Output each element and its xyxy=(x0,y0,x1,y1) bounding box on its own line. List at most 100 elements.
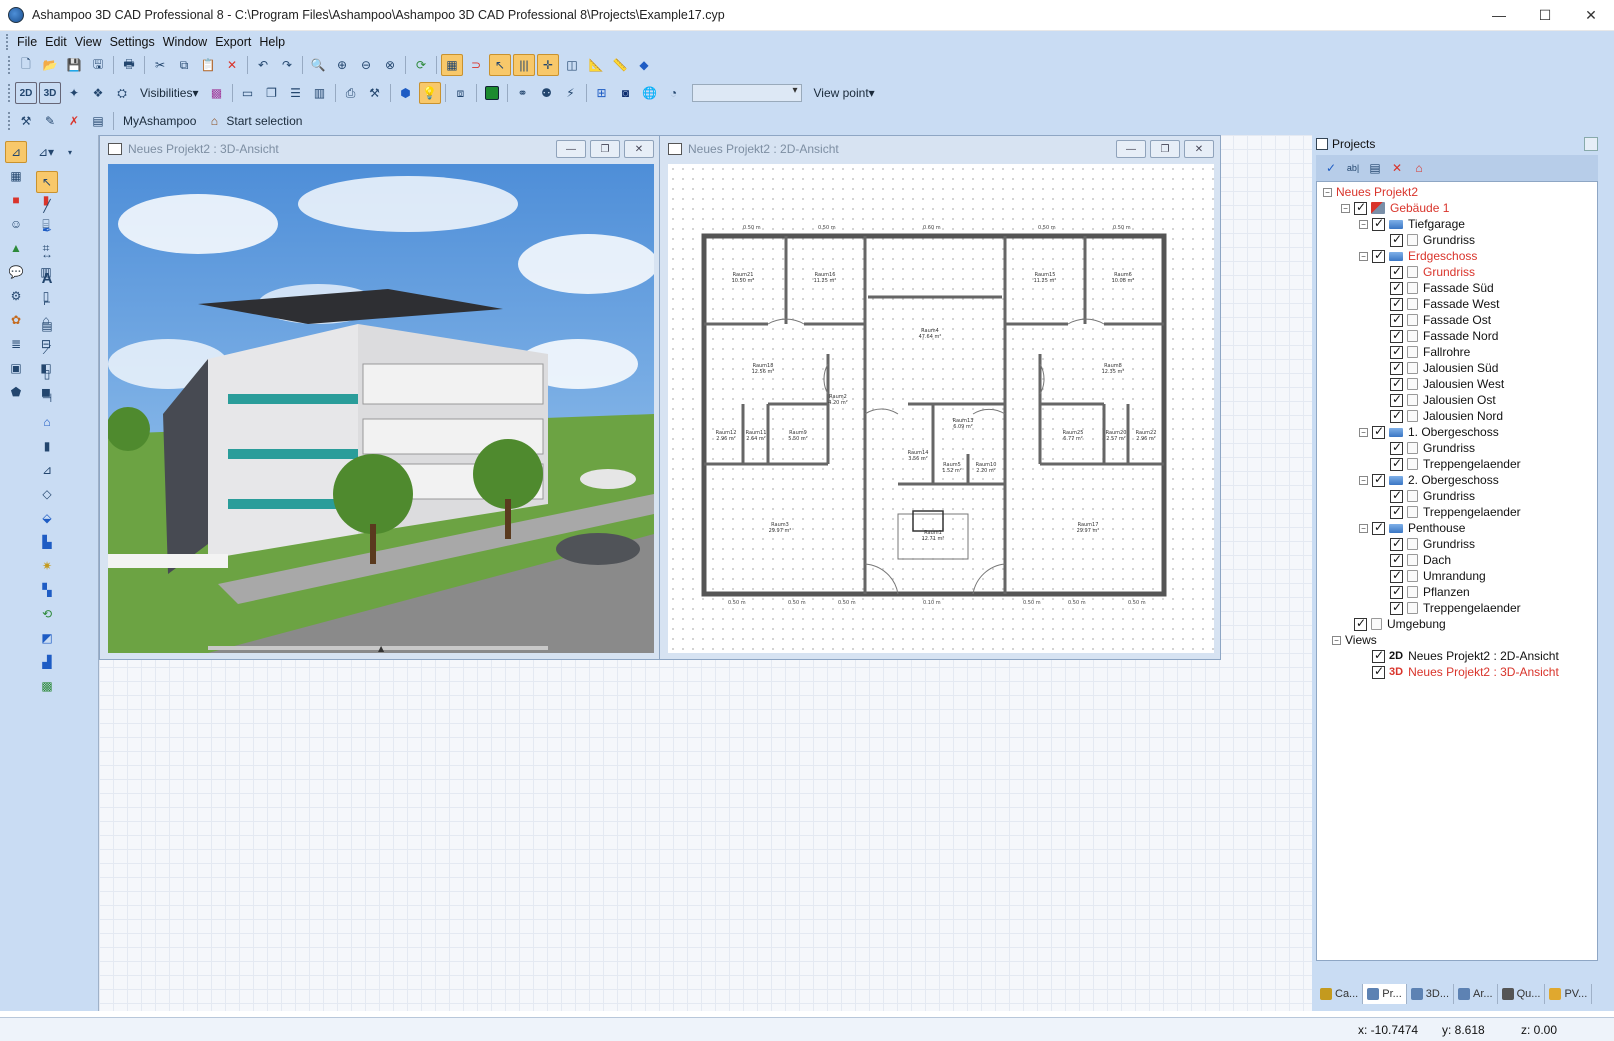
menu-help[interactable]: Help xyxy=(255,35,289,49)
tree-node[interactable]: − 1. Obergeschoss xyxy=(1359,424,1499,440)
tree-node[interactable]: Treppengelaender xyxy=(1377,456,1521,472)
tree-checkbox[interactable] xyxy=(1390,392,1403,407)
hatch-icon[interactable]: ▤ xyxy=(36,315,58,337)
tree-checkbox[interactable] xyxy=(1390,552,1403,567)
wall-tool-icon[interactable]: ⊿ xyxy=(5,141,27,163)
tab-projects[interactable]: Pr... xyxy=(1363,984,1407,1004)
screenshot-icon[interactable]: ⎙ xyxy=(340,82,362,104)
toolbar-grip[interactable] xyxy=(8,112,11,130)
redo-icon[interactable]: ↷ xyxy=(276,54,298,76)
add-building-icon[interactable]: ⌂ xyxy=(1409,158,1429,178)
walk-icon[interactable]: ✦ xyxy=(63,82,85,104)
tree-checkbox[interactable] xyxy=(1372,248,1385,263)
tree-checkbox[interactable] xyxy=(1390,328,1403,343)
settings-tools-icon[interactable]: ⚒ xyxy=(15,110,37,132)
toolbar-grip[interactable] xyxy=(8,84,11,102)
tree-checkbox[interactable] xyxy=(1390,600,1403,615)
close-button[interactable]: ✕ xyxy=(1568,0,1614,31)
tree-checkbox[interactable] xyxy=(1390,280,1403,295)
landscape-icon[interactable]: ▲ xyxy=(5,237,27,259)
maximize-button[interactable]: ☐ xyxy=(1522,0,1568,31)
frame-icon[interactable]: ◙ xyxy=(615,82,637,104)
tree-checkbox[interactable] xyxy=(1372,520,1385,535)
room-icon[interactable]: ⌂ xyxy=(36,411,58,433)
visibilities-dropdown[interactable]: Visibilities▾ xyxy=(134,82,205,104)
zoom-in-icon[interactable]: ⊕ xyxy=(331,54,353,76)
tree-expand-toggle[interactable]: − xyxy=(1341,203,1350,213)
tree-checkbox[interactable] xyxy=(1354,200,1367,215)
tree-checkbox[interactable] xyxy=(1390,456,1403,471)
menu-grip[interactable] xyxy=(6,34,9,50)
staircase-icon[interactable]: ⊣ xyxy=(36,387,58,409)
tree-node[interactable]: Jalousien West xyxy=(1377,376,1504,392)
tree-node[interactable]: Treppengelaender xyxy=(1377,504,1521,520)
pen-tool-icon[interactable]: ✎ xyxy=(39,110,61,132)
tree-node[interactable]: 3D Neues Projekt2 : 3D-Ansicht xyxy=(1359,664,1559,680)
check-icon[interactable]: ✓ xyxy=(1321,158,1341,178)
terrain-icon[interactable]: ◩ xyxy=(36,627,58,649)
magnet-icon[interactable]: ⊃ xyxy=(465,54,487,76)
tree-checkbox[interactable] xyxy=(1390,440,1403,455)
tab-architecture[interactable]: Ar... xyxy=(1454,984,1498,1004)
tile-horizontal-icon[interactable]: ☰ xyxy=(285,82,307,104)
refresh-icon[interactable]: ⟳ xyxy=(410,54,432,76)
dimension-icon[interactable]: ↔ xyxy=(36,243,58,265)
tree-node[interactable]: − Neues Projekt2 xyxy=(1323,184,1418,200)
tree-checkbox[interactable] xyxy=(1390,376,1403,391)
tile-vertical-icon[interactable]: ▥ xyxy=(309,82,331,104)
zoom-out-icon[interactable]: ⊖ xyxy=(355,54,377,76)
tree-checkbox[interactable] xyxy=(1354,616,1367,631)
view-3d-minimize-button[interactable]: — xyxy=(556,140,586,158)
wand-icon[interactable]: ⚡ xyxy=(560,82,582,104)
render-icon[interactable]: ❖ xyxy=(87,82,109,104)
catalog-icon[interactable]: ▤ xyxy=(87,110,109,132)
menu-settings[interactable]: Settings xyxy=(106,35,159,49)
diamond-icon[interactable]: ◇ xyxy=(36,483,58,505)
tree-expand-toggle[interactable]: − xyxy=(1359,475,1368,485)
tree-node[interactable]: Grundriss xyxy=(1377,264,1475,280)
grass-icon[interactable]: ▩ xyxy=(36,675,58,697)
snap-intersection-icon[interactable]: ✛ xyxy=(537,54,559,76)
toolbar-grip[interactable] xyxy=(8,56,11,74)
object-catalog-icon[interactable]: ▚ xyxy=(36,579,58,601)
rotate-icon[interactable]: ⟲ xyxy=(36,603,58,625)
menu-edit[interactable]: Edit xyxy=(41,35,71,49)
tree-node[interactable]: Grundriss xyxy=(1377,232,1475,248)
group-icon[interactable]: ⚉ xyxy=(536,82,558,104)
view-point-dropdown[interactable]: View point▾ xyxy=(808,82,881,104)
pillar-icon[interactable]: ▯ xyxy=(36,363,58,385)
tree-checkbox[interactable] xyxy=(1372,424,1385,439)
steps-icon[interactable]: ⊿ xyxy=(36,459,58,481)
roof-tool-icon[interactable]: ⊿▾ xyxy=(35,141,57,163)
tree-expand-toggle[interactable]: − xyxy=(1359,251,1368,261)
section-icon[interactable]: ⊞ xyxy=(591,82,613,104)
view-2d-canvas[interactable]: 0.50 m 0.50 m 0.60 m 0.50 m 0.50 m 0.50 … xyxy=(668,164,1214,653)
red-block-icon[interactable]: ■ xyxy=(5,189,27,211)
palette-icon[interactable]: ✿ xyxy=(5,309,27,331)
beam-tool-icon[interactable]: ⟋ xyxy=(36,339,58,361)
eraser-icon[interactable]: ◆ xyxy=(633,54,655,76)
open-folder-icon[interactable]: 📂 xyxy=(39,54,61,76)
text-tool-icon[interactable]: A xyxy=(36,267,58,289)
view-3d-titlebar[interactable]: Neues Projekt2 : 3D-Ansicht — ❐ ✕ xyxy=(100,136,660,162)
tree-checkbox[interactable] xyxy=(1390,360,1403,375)
tree-checkbox[interactable] xyxy=(1372,472,1385,487)
menu-export[interactable]: Export xyxy=(211,35,255,49)
view-2d-minimize-button[interactable]: — xyxy=(1116,140,1146,158)
tree-expand-toggle[interactable]: − xyxy=(1323,187,1332,197)
snap-cursor-icon[interactable]: ↖ xyxy=(489,54,511,76)
tree-checkbox[interactable] xyxy=(1372,648,1385,663)
view-combo[interactable] xyxy=(691,84,802,102)
tree-node[interactable]: − Gebäude 1 xyxy=(1341,200,1449,216)
copy-icon[interactable]: ⧉ xyxy=(173,54,195,76)
tree-expand-toggle[interactable]: − xyxy=(1332,635,1341,645)
properties-icon[interactable]: ▤ xyxy=(1365,158,1385,178)
grid-icon[interactable]: ▦ xyxy=(441,54,463,76)
menu-file[interactable]: File xyxy=(13,35,41,49)
view-2d-button[interactable]: 2D xyxy=(15,82,37,104)
snap-lines-icon[interactable]: ||| xyxy=(513,54,535,76)
view-2d-restore-button[interactable]: ❐ xyxy=(1150,140,1180,158)
tree-node[interactable]: Pflanzen xyxy=(1377,584,1470,600)
sun-clock-icon[interactable]: ◔ xyxy=(663,82,685,104)
delete-icon[interactable]: ✕ xyxy=(221,54,243,76)
